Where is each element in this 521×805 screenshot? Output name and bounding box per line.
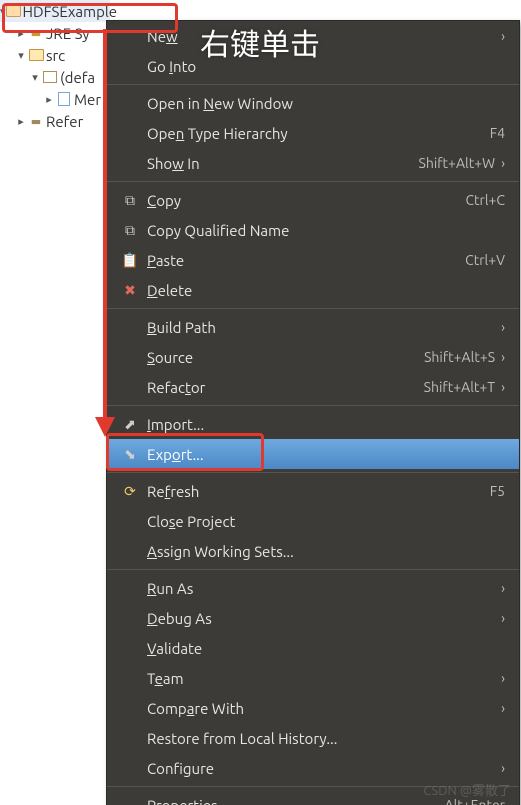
submenu-arrow-icon: › (501, 379, 505, 395)
package-icon (43, 71, 57, 83)
menu-item-restore-history[interactable]: Restore from Local History... (107, 723, 519, 753)
tree-label: src (46, 47, 65, 64)
menu-item-go-into[interactable]: Go Into (107, 51, 519, 81)
menu-item-delete[interactable]: ✖ Delete (107, 275, 519, 305)
twisty-icon: ▾ (28, 71, 42, 84)
submenu-arrow-icon: › (501, 760, 505, 776)
shortcut-label: Alt+Enter (444, 797, 505, 805)
source-folder-icon (29, 49, 44, 61)
import-icon: ⬈ (121, 416, 139, 433)
separator (107, 569, 519, 570)
separator (107, 405, 519, 406)
context-menu: New › Go Into Open in New Window Open Ty… (106, 20, 520, 805)
tree-item-referenced[interactable]: ▸ ▬ Refer (0, 110, 110, 132)
submenu-arrow-icon: › (501, 155, 505, 171)
menu-item-copy[interactable]: ⧉ Copy Ctrl+C (107, 185, 519, 215)
submenu-arrow-icon: › (501, 670, 505, 686)
tree-item-file[interactable]: ▸ Mer (0, 88, 110, 110)
tree-item-src[interactable]: ▾ src (0, 44, 110, 66)
separator (107, 308, 519, 309)
menu-item-copy-qualified[interactable]: ⧉ Copy Qualified Name (107, 215, 519, 245)
submenu-arrow-icon: › (501, 28, 505, 44)
tree-label: Refer (46, 113, 83, 130)
shortcut-label: F4 (490, 125, 505, 141)
menu-item-show-in[interactable]: Show In Shift+Alt+W › (107, 148, 519, 178)
menu-item-properties[interactable]: Properties Alt+Enter (107, 790, 519, 805)
menu-item-compare-with[interactable]: Compare With › (107, 693, 519, 723)
submenu-arrow-icon: › (501, 610, 505, 626)
project-icon (6, 5, 21, 17)
library-icon: ▬ (28, 25, 44, 41)
menu-item-validate[interactable]: Validate (107, 633, 519, 663)
menu-item-team[interactable]: Team › (107, 663, 519, 693)
twisty-icon: ▾ (14, 49, 28, 62)
menu-item-open-type-hierarchy[interactable]: Open Type Hierarchy F4 (107, 118, 519, 148)
copy-icon: ⧉ (121, 222, 139, 239)
refresh-icon: ⟳ (121, 483, 139, 500)
menu-item-refactor[interactable]: Refactor Shift+Alt+T › (107, 372, 519, 402)
twisty-icon: ▸ (14, 27, 28, 40)
menu-item-export[interactable]: ⬊ Export... (107, 439, 519, 469)
tree-label: Mer (74, 91, 101, 108)
referenced-lib-icon: ▬ (28, 113, 44, 129)
separator (107, 786, 519, 787)
twisty-icon: ▸ (14, 115, 28, 128)
shortcut-label: F5 (490, 483, 505, 499)
menu-item-configure[interactable]: Configure › (107, 753, 519, 783)
tree-item-package[interactable]: ▾ (defa (0, 66, 110, 88)
menu-item-close-project[interactable]: Close Project (107, 506, 519, 536)
menu-item-new[interactable]: New › (107, 21, 519, 51)
menu-item-import[interactable]: ⬈ Import... (107, 409, 519, 439)
separator (107, 472, 519, 473)
tree-label: HDFSExample (23, 3, 118, 20)
submenu-arrow-icon: › (501, 349, 505, 365)
menu-item-refresh[interactable]: ⟳ Refresh F5 (107, 476, 519, 506)
java-file-icon (58, 92, 70, 106)
separator (107, 181, 519, 182)
shortcut-label: Ctrl+V (465, 252, 505, 268)
tree-label: JRE Sy (46, 25, 90, 42)
shortcut-label: Shift+Alt+T (424, 379, 495, 395)
screenshot-root: ▾ HDFSExample ▸ ▬ JRE Sy ▾ src ▾ (defa ▸… (0, 0, 521, 805)
shortcut-label: Ctrl+C (465, 192, 505, 208)
delete-icon: ✖ (121, 282, 139, 299)
export-icon: ⬊ (121, 446, 139, 463)
paste-icon: 📋 (121, 252, 139, 269)
tree-item-project[interactable]: ▾ HDFSExample (0, 0, 110, 22)
menu-item-open-new-window[interactable]: Open in New Window (107, 88, 519, 118)
menu-item-run-as[interactable]: Run As › (107, 573, 519, 603)
menu-item-debug-as[interactable]: Debug As › (107, 603, 519, 633)
shortcut-label: Shift+Alt+S (424, 349, 495, 365)
submenu-arrow-icon: › (501, 700, 505, 716)
twisty-icon: ▸ (42, 93, 56, 106)
submenu-arrow-icon: › (501, 319, 505, 335)
menu-item-assign-ws[interactable]: Assign Working Sets... (107, 536, 519, 566)
shortcut-label: Shift+Alt+W (418, 155, 495, 171)
project-explorer[interactable]: ▾ HDFSExample ▸ ▬ JRE Sy ▾ src ▾ (defa ▸… (0, 0, 110, 132)
menu-item-paste[interactable]: 📋 Paste Ctrl+V (107, 245, 519, 275)
submenu-arrow-icon: › (501, 580, 505, 596)
separator (107, 84, 519, 85)
menu-item-build-path[interactable]: Build Path › (107, 312, 519, 342)
tree-item-jre[interactable]: ▸ ▬ JRE Sy (0, 22, 110, 44)
menu-item-source[interactable]: Source Shift+Alt+S › (107, 342, 519, 372)
copy-icon: ⧉ (121, 192, 139, 209)
tree-label: (defa (60, 69, 95, 86)
